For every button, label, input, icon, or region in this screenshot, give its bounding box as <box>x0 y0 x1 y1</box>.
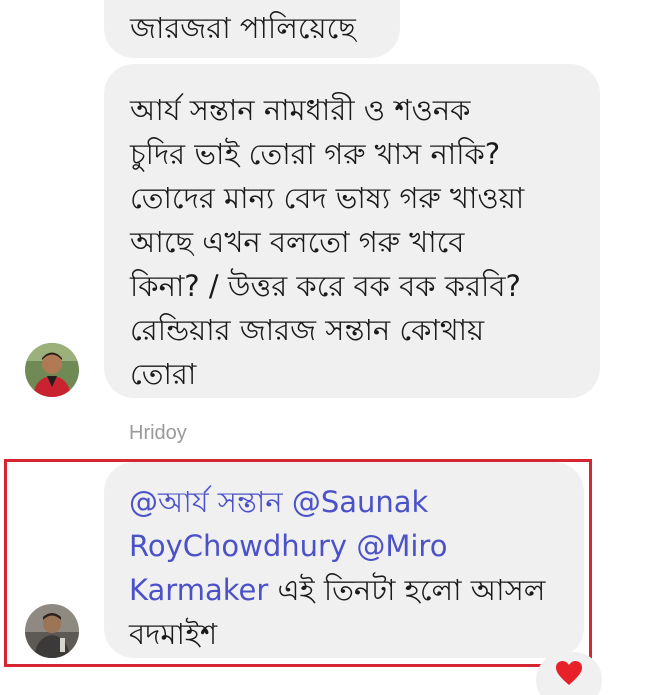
message-text: চুদির ভাই তোরা গরু খাস নাকি? <box>130 137 501 171</box>
mention-link[interactable]: Karmaker <box>129 573 268 607</box>
sender-avatar[interactable] <box>25 343 79 397</box>
message-text: জারজরা পালিয়েছে <box>130 11 356 45</box>
message-text: আছে এখন বলতো গরু খাবে <box>130 225 465 259</box>
message-bubble[interactable]: জারজরা পালিয়েছে <box>104 0 400 58</box>
message-text: তোদের মান্য বেদ ভাষ্য গরু খাওয়া <box>130 181 525 215</box>
message-text: কিনা? / উত্তর করে বক বক করবি? <box>130 269 521 303</box>
sender-name: Hridoy <box>129 422 187 444</box>
message-text: রেন্ডিয়ার জারজ সন্তান কোথায় <box>130 313 485 347</box>
reply-bubble[interactable]: @আর্য সন্তান @Saunak RoyChowdhury @Miro … <box>104 462 584 658</box>
chat-screen: জারজরা পালিয়েছে আর্য সন্তান নামধারী ও শ… <box>0 0 657 695</box>
heart-icon <box>556 661 582 685</box>
mention-link[interactable]: @Miro <box>356 529 447 563</box>
user-avatar-icon <box>25 604 79 658</box>
message-text: বদমাইশ <box>129 617 218 651</box>
mention-link[interactable]: @আর্য সন্তান <box>129 485 283 519</box>
message-text: তোরা <box>130 357 197 391</box>
mention-link[interactable]: @Saunak <box>292 485 429 519</box>
mention-link[interactable]: RoyChowdhury <box>129 529 347 563</box>
message-text: এই তিনটা হলো আসল <box>277 573 546 607</box>
reaction-badge[interactable] <box>536 652 602 695</box>
message-bubble[interactable]: আর্য সন্তান নামধারী ও শওনক চুদির ভাই তোর… <box>104 64 600 398</box>
user-avatar-icon <box>25 343 79 397</box>
sender-avatar[interactable] <box>25 604 79 658</box>
message-text: আর্য সন্তান নামধারী ও শওনক <box>130 93 471 127</box>
